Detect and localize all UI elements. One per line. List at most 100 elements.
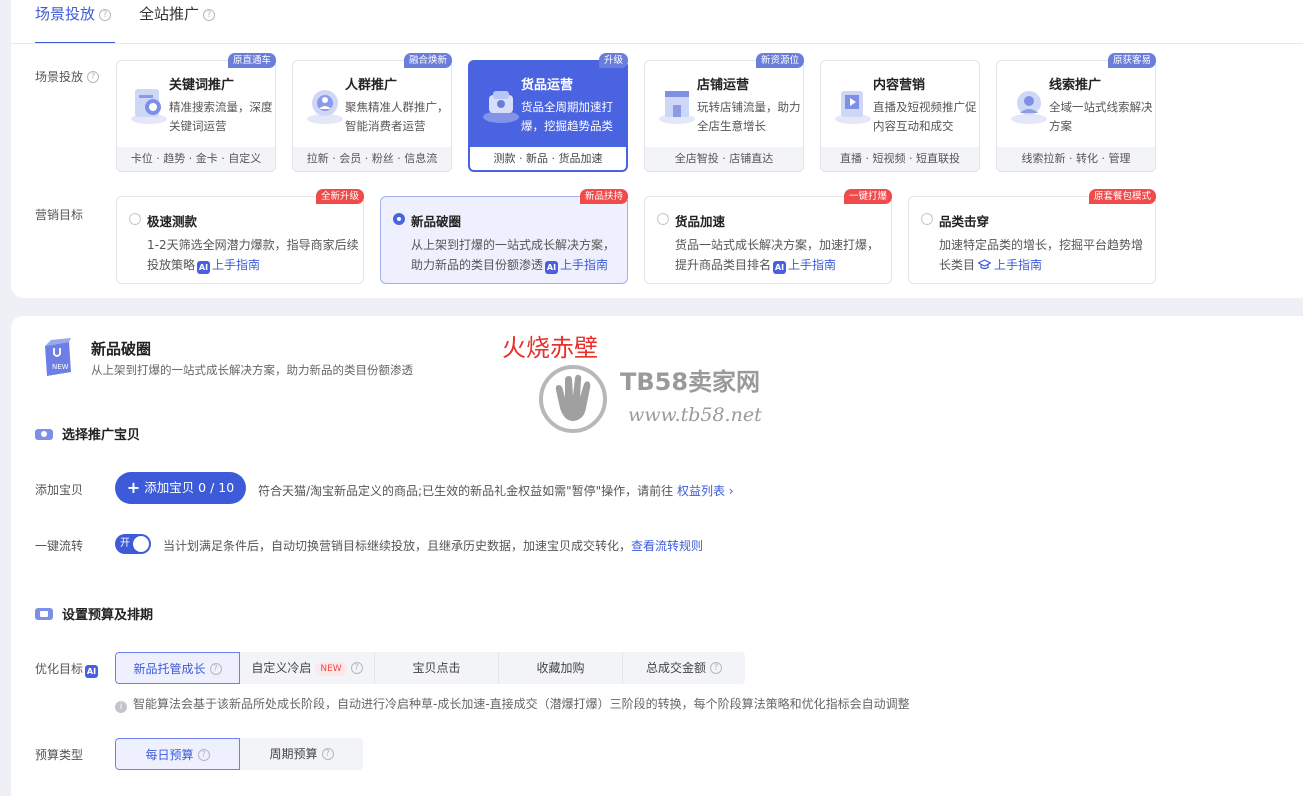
guide-link[interactable]: 上手指南 xyxy=(994,258,1042,272)
scene-foot: 线索拉新 · 转化 · 管理 xyxy=(997,147,1155,171)
shop-icon xyxy=(659,91,695,124)
ai-icon: AI xyxy=(773,261,787,274)
scene-desc: 货品全周期加速打爆，挖掘趋势品类 xyxy=(521,100,613,133)
plus-icon: + xyxy=(126,478,141,497)
scene-foot: 拉新 · 会员 · 粉丝 · 信息流 xyxy=(293,147,451,171)
flow-toggle[interactable]: 开 xyxy=(115,534,151,554)
goal-badge: 原套餐包模式 xyxy=(1088,189,1156,204)
ai-icon: AI xyxy=(545,261,559,274)
goal-card-quick-test[interactable]: 极速测款 1-2天筛选全网潜力爆款，指导商家后续投放策略 AI 上手指南 全新升级 xyxy=(116,189,364,284)
goal-card-category[interactable]: 品类击穿 加速特定品类的增长，挖掘平台趋势增长类目 上手指南 原套餐包模式 xyxy=(908,189,1156,284)
optimize-target-selector: 新品托管成长? 自定义冷启 NEW? 宝贝点击 收藏加购 总成交金额? xyxy=(115,652,745,684)
scene-foot: 全店智投 · 店铺直达 xyxy=(645,147,803,171)
ai-icon: AI xyxy=(85,665,99,678)
flow-rules-link[interactable]: 查看流转规则 xyxy=(631,539,703,553)
help-icon[interactable]: ? xyxy=(99,9,112,21)
goal-badge: 一键打爆 xyxy=(843,189,892,204)
budget-label: 预算类型 xyxy=(35,748,84,762)
ai-icon: AI xyxy=(197,261,211,274)
goal-label: 营销目标 xyxy=(35,208,84,222)
svg-text:NEW: NEW xyxy=(52,363,69,371)
goal-card-new-product[interactable]: 新品破圈 从上架到打爆的一站式成长解决方案，助力新品的类目份额渗透 AI 上手指南 … xyxy=(380,189,628,284)
scene-card-product[interactable]: 货品运营 货品全周期加速打爆，挖掘趋势品类 测款 · 新品 · 货品加速 升级 xyxy=(468,53,628,172)
scene-title: 线索推广 xyxy=(1049,78,1102,93)
add-item-label: 添加宝贝 xyxy=(35,483,84,497)
help-icon[interactable]: ? xyxy=(197,749,210,761)
help-icon[interactable]: ? xyxy=(350,662,363,674)
scene-foot: 测款 · 新品 · 货品加速 xyxy=(469,147,627,171)
help-icon[interactable]: ? xyxy=(203,9,216,21)
add-item-note: 符合天猫/淘宝新品定义的商品;已生效的新品礼金权益如需"暂停"操作，请前往 权益… xyxy=(258,484,734,498)
help-icon[interactable]: ? xyxy=(87,71,100,83)
graduation-cap-icon xyxy=(977,259,992,270)
scene-foot: 直播 · 短视频 · 短直联投 xyxy=(821,147,979,171)
scene-title: 人群推广 xyxy=(345,78,398,93)
goal-badge: 全新升级 xyxy=(315,189,364,204)
chevron-right-icon: › xyxy=(724,484,734,498)
opt-item-click[interactable]: 宝贝点击 xyxy=(375,652,499,684)
scene-foot: 卡位 · 趋势 · 金卡 · 自定义 xyxy=(117,147,275,171)
watermark-red-text: 火烧赤壁 xyxy=(502,334,598,362)
guide-link[interactable]: 上手指南 xyxy=(560,258,608,272)
radio[interactable] xyxy=(657,213,669,225)
scene-desc: 玩转店铺流量，助力全店生意增长 xyxy=(697,100,801,133)
toggle-knob xyxy=(133,536,149,552)
opt-period-budget[interactable]: 周期预算? xyxy=(240,738,363,770)
budget-section-icon xyxy=(35,607,53,620)
guide-link[interactable]: 上手指南 xyxy=(212,258,260,272)
help-icon[interactable]: ? xyxy=(321,748,334,760)
budget-type-selector: 每日预算? 周期预算? xyxy=(115,738,363,770)
tab-fullsite[interactable]: 全站推广? xyxy=(139,0,216,44)
goal-title: 品类击穿 xyxy=(939,214,990,229)
help-icon[interactable]: ? xyxy=(209,663,222,675)
scene-card-shop[interactable]: 店铺运营 玩转店铺流量，助力全店生意增长 全店智投 · 店铺直达 新资源位 xyxy=(644,53,804,172)
optimize-info: i 智能算法会基于该新品所处成长阶段，自动进行冷启种草-成长加速-直接成交（潜爆打… xyxy=(115,695,910,713)
scene-card-crowd[interactable]: 人群推广 聚焦精准人群推广，智能消费者运营 拉新 · 会员 · 粉丝 · 信息流… xyxy=(292,53,452,172)
flow-label: 一键流转 xyxy=(35,539,84,553)
radio[interactable] xyxy=(129,213,141,225)
scene-card-lead[interactable]: 线索推广 全域一站式线索解决方案 线索拉新 · 转化 · 管理 原获客易 xyxy=(996,53,1156,172)
radio[interactable] xyxy=(921,213,933,225)
goal-desc: 加速特定品类的增长，挖掘平台趋势增长类目 上手指南 xyxy=(939,238,1144,272)
scene-desc: 直播及短视频推广促内容互动和成交 xyxy=(873,100,977,133)
scene-card-keyword[interactable]: 关键词推广 精准搜索流量，深度关键词运营 卡位 · 趋势 · 金卡 · 自定义 … xyxy=(116,53,276,172)
goal-title: 货品加速 xyxy=(675,214,726,229)
scene-title: 关键词推广 xyxy=(169,78,235,93)
goal-badge: 新品扶持 xyxy=(579,189,628,204)
product-subtitle: 从上架到打爆的一站式成长解决方案，助力新品的类目份额渗透 xyxy=(91,363,413,377)
opt-custom-cold-start[interactable]: 自定义冷启 NEW? xyxy=(240,652,375,684)
scene-desc: 聚焦精准人群推广，智能消费者运营 xyxy=(345,100,449,133)
scene-card-content[interactable]: 内容营销 直播及短视频推广促内容互动和成交 直播 · 短视频 · 短直联投 xyxy=(820,60,980,172)
tab-divider xyxy=(11,43,1303,44)
goal-desc: 货品一站式成长解决方案，加速打爆，提升商品类目排名 AI 上手指南 xyxy=(675,238,880,274)
top-tabs: 场景投放? 全站推广? xyxy=(35,0,243,44)
new-tag: NEW xyxy=(315,662,347,676)
flow-note: 当计划满足条件后，自动切换营销目标继续投放，且继承历史数据，加速宝贝成交转化，查… xyxy=(163,539,704,553)
video-content-icon xyxy=(835,91,871,124)
goal-title: 新品破圈 xyxy=(411,214,462,229)
watermark-brand: TB58卖家网 xyxy=(620,368,761,396)
opt-total-gmv[interactable]: 总成交金额? xyxy=(623,652,745,684)
scene-title: 店铺运营 xyxy=(697,78,750,93)
radio[interactable] xyxy=(393,213,405,225)
scene-desc: 精准搜索流量，深度关键词运营 xyxy=(169,100,273,133)
tab-scene[interactable]: 场景投放? xyxy=(35,0,116,44)
scene-desc: 全域一站式线索解决方案 xyxy=(1049,100,1153,133)
goal-card-accelerate[interactable]: 货品加速 货品一站式成长解决方案，加速打爆，提升商品类目排名 AI 上手指南 一键打… xyxy=(644,189,892,284)
add-item-button[interactable]: + 添加宝贝 0 / 10 xyxy=(115,472,246,504)
opt-new-product-managed[interactable]: 新品托管成长? xyxy=(115,652,240,684)
opt-daily-budget[interactable]: 每日预算? xyxy=(115,738,240,770)
help-icon[interactable]: ? xyxy=(710,662,722,674)
goal-desc: 1-2天筛选全网潜力爆款，指导商家后续投放策略 AI 上手指南 xyxy=(147,238,359,274)
guide-link[interactable]: 上手指南 xyxy=(788,258,836,272)
crowd-target-icon xyxy=(307,90,343,124)
scene-title: 内容营销 xyxy=(873,78,926,93)
watermark-url: www.tb58.net xyxy=(628,404,762,426)
opt-collect-cart[interactable]: 收藏加购 xyxy=(499,652,623,684)
product-title: 新品破圈 xyxy=(91,340,152,358)
optimize-label: 优化目标 AI xyxy=(35,662,99,678)
lead-icon xyxy=(1011,91,1047,124)
scene-badge: 原获客易 xyxy=(1107,53,1156,68)
benefit-list-link[interactable]: 权益列表 xyxy=(677,484,725,498)
scene-badge: 原直通车 xyxy=(227,53,276,68)
